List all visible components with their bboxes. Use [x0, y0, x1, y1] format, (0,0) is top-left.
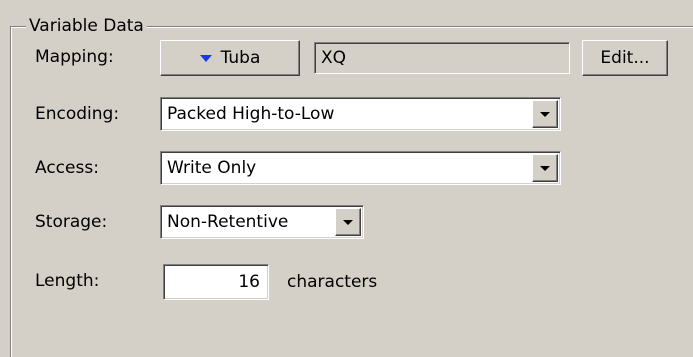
mapping-dropdown-button[interactable]: Tuba [160, 40, 300, 76]
edit-button-label: Edit... [600, 48, 650, 68]
length-label: Length: [35, 271, 100, 291]
chevron-down-icon [199, 54, 212, 62]
length-units-label: characters [287, 272, 378, 292]
dropdown-arrow-icon [540, 111, 550, 117]
mapping-button-label: Tuba [220, 48, 261, 68]
encoding-label: Encoding: [35, 104, 120, 124]
storage-dropdown-button[interactable] [335, 208, 361, 236]
edit-button[interactable]: Edit... [582, 40, 668, 76]
dropdown-arrow-icon [343, 219, 353, 225]
access-label: Access: [35, 158, 99, 178]
length-value-text: 16 [238, 272, 260, 292]
access-dropdown-button[interactable] [532, 154, 558, 182]
storage-selected-text: Non-Retentive [167, 212, 289, 232]
access-select[interactable]: Write Only [160, 151, 561, 185]
storage-label: Storage: [35, 212, 108, 232]
access-selected-text: Write Only [167, 158, 257, 178]
dropdown-arrow-icon [540, 165, 550, 171]
encoding-dropdown-button[interactable] [532, 100, 558, 128]
encoding-select[interactable]: Packed High-to-Low [160, 97, 561, 131]
length-input[interactable]: 16 [163, 264, 269, 300]
mapping-value-field[interactable]: XQ [314, 42, 570, 74]
group-title: Variable Data [26, 14, 147, 38]
encoding-selected-text: Packed High-to-Low [167, 104, 335, 124]
mapping-label: Mapping: [35, 47, 114, 67]
storage-select[interactable]: Non-Retentive [160, 205, 364, 239]
mapping-value-text: XQ [321, 48, 347, 68]
